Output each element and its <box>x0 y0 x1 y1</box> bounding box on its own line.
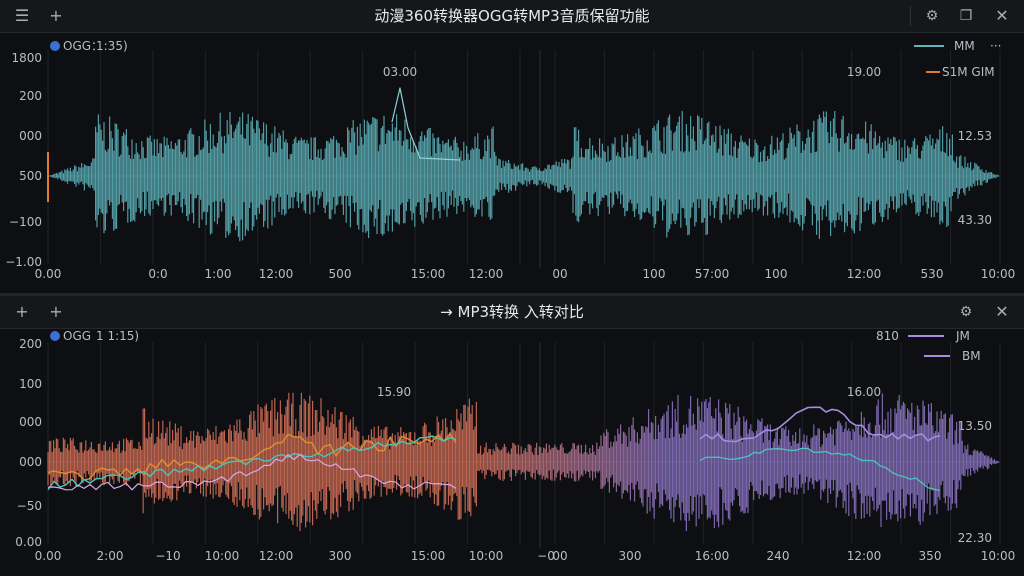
x-tick-label: 00 <box>552 549 567 563</box>
x-tick-label: 300 <box>329 549 352 563</box>
x-tick-label: 10:00 <box>981 267 1016 281</box>
x-tick-label: 12:00 <box>469 267 504 281</box>
settings-icon[interactable]: ⚙ <box>950 296 982 328</box>
x-tick-label: 2:00 <box>97 549 124 563</box>
legend-value: 1 1:15) <box>96 329 139 343</box>
bottom-comparison-panel: + + → MP3转换 入转对比 ⚙ ✕ OGG 1 1:15) 810 JM BM 20… <box>0 296 1024 576</box>
x-tick-label: 16:00 <box>695 549 730 563</box>
restore-icon[interactable]: ❐ <box>950 0 982 32</box>
x-tick-label: 12:00 <box>259 549 294 563</box>
legend-label: MM <box>954 39 975 53</box>
x-tick-label: 15:00 <box>411 549 446 563</box>
close-icon[interactable]: ✕ <box>986 0 1018 32</box>
y-tick-label-right: 13.50 <box>958 419 992 433</box>
y-tick-label: 0.00 <box>15 535 42 549</box>
legend-label: OGG <box>63 329 91 343</box>
x-tick-label: 0.00 <box>35 549 62 563</box>
y-tick-label: −100 <box>9 215 42 229</box>
y-tick-label: 200 <box>19 337 42 351</box>
x-tick-label: 10:00 <box>205 549 240 563</box>
arrow-icon: → <box>440 303 453 321</box>
bottom-titlebar: + + → MP3转换 入转对比 ⚙ ✕ <box>0 296 1024 329</box>
y-tick-label-right: 22.30 <box>958 531 992 545</box>
legend-dot <box>50 331 60 341</box>
x-tick-label: 12:00 <box>847 549 882 563</box>
x-tick-label: 1:00 <box>205 267 232 281</box>
bottom-comparison-chart: OGG 1 1:15) 810 JM BM 200 100 000 000 −50 0.000.00… <box>15 329 1016 563</box>
legend-label: BM <box>962 349 981 363</box>
top-waveform-chart: OGG：1:35) MM ···1800200000500−100−1.000.00… <box>5 39 1016 281</box>
x-tick-label: 57:00 <box>695 267 730 281</box>
peak-label: 19.00 <box>847 65 881 79</box>
panel-title: → MP3转换 入转对比 <box>0 296 1024 328</box>
top-titlebar: ☰ + 动漫360转换器OGG转MP3音质保留功能 ⚙ ❐ ✕ <box>0 0 1024 33</box>
x-tick-label: 0.00 <box>35 267 62 281</box>
legend-value: 1:35) <box>96 39 128 53</box>
y-tick-label: 100 <box>19 377 42 391</box>
window-title: 动漫360转换器OGG转MP3音质保留功能 <box>374 7 650 25</box>
peak-label: 16.00 <box>847 385 881 399</box>
x-tick-label: 100 <box>643 267 666 281</box>
top-waveform-panel: ☰ + 动漫360转换器OGG转MP3音质保留功能 ⚙ ❐ ✕ OGG： 1:35… <box>0 0 1024 294</box>
y-tick-label: 1800 <box>11 51 42 65</box>
x-tick-label: 350 <box>919 549 942 563</box>
x-tick-label: 10:00 <box>469 549 504 563</box>
y-tick-label: 000 <box>19 415 42 429</box>
legend-label: 810 <box>876 329 899 343</box>
y-tick-label: 500 <box>19 169 42 183</box>
x-tick-label: 100 <box>765 267 788 281</box>
legend-label: JM <box>955 329 970 343</box>
y-tick-label-right: 43.30 <box>958 213 992 227</box>
titlebar-separator <box>910 6 911 26</box>
peak-label: 15.90 <box>377 385 411 399</box>
x-tick-label: 12:00 <box>847 267 882 281</box>
y-tick-label: 000 <box>19 455 42 469</box>
settings-icon[interactable]: ⚙ <box>916 0 948 32</box>
x-tick-label: 15:00 <box>411 267 446 281</box>
panel-title-text: MP3转换 入转对比 <box>457 303 584 321</box>
x-tick-label: −10 <box>155 549 180 563</box>
x-tick-label: 300 <box>619 549 642 563</box>
more-icon: ··· <box>990 39 1001 53</box>
x-tick-label: 12:00 <box>259 267 294 281</box>
x-tick-label: 10:00 <box>981 549 1016 563</box>
x-tick-label: 0:0 <box>148 267 167 281</box>
x-tick-label: 240 <box>767 549 790 563</box>
x-tick-label: 00 <box>552 267 567 281</box>
y-tick-label: −50 <box>17 499 42 513</box>
legend-label: S1M GIM <box>942 65 995 79</box>
close-icon[interactable]: ✕ <box>986 296 1018 328</box>
waveform <box>48 110 1000 242</box>
y-tick-label: 200 <box>19 89 42 103</box>
x-tick-label: 530 <box>921 267 944 281</box>
x-tick-label: 500 <box>329 267 352 281</box>
peak-label: 03.00 <box>383 65 417 79</box>
legend-dot <box>50 41 60 51</box>
y-tick-label-right: 12.53 <box>958 129 992 143</box>
y-tick-label: 000 <box>19 129 42 143</box>
